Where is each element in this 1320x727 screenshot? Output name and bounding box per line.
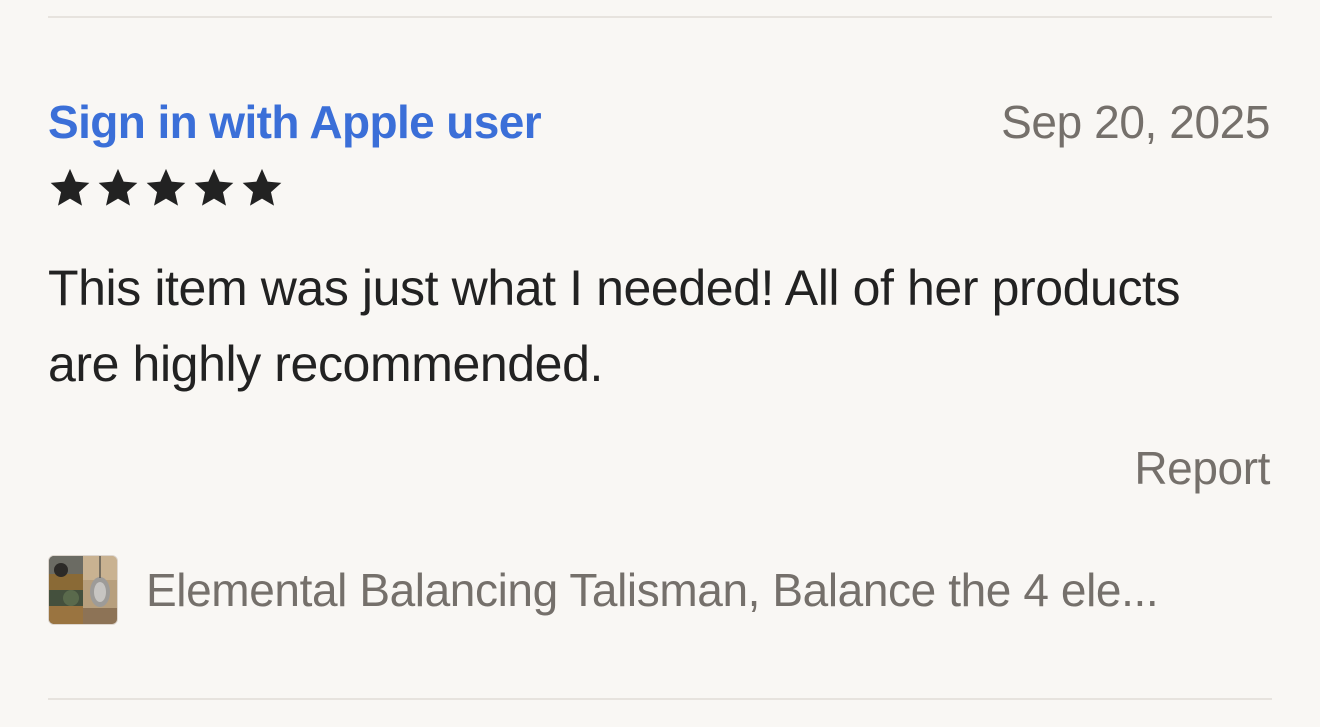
star-rating — [48, 166, 284, 210]
star-icon — [242, 168, 282, 206]
star-icon — [194, 168, 234, 206]
reviewed-item-title: Elemental Balancing Talisman, Balance th… — [146, 564, 1159, 616]
top-divider — [48, 16, 1272, 18]
reviewed-item-link[interactable]: Elemental Balancing Talisman, Balance th… — [48, 552, 1272, 628]
reviewer-name-link[interactable]: Sign in with Apple user — [48, 94, 542, 150]
review-card: Sign in with Apple user Sep 20, 2025 Thi… — [0, 0, 1320, 727]
star-icon — [98, 168, 138, 206]
star-icon — [146, 168, 186, 206]
review-text: This item was just what I needed! All of… — [48, 260, 1181, 392]
star-icon — [50, 168, 90, 206]
review-date: Sep 20, 2025 — [1001, 96, 1270, 148]
bottom-divider — [48, 698, 1272, 700]
product-thumbnail-icon — [48, 555, 118, 625]
report-link[interactable]: Report — [1134, 440, 1270, 496]
